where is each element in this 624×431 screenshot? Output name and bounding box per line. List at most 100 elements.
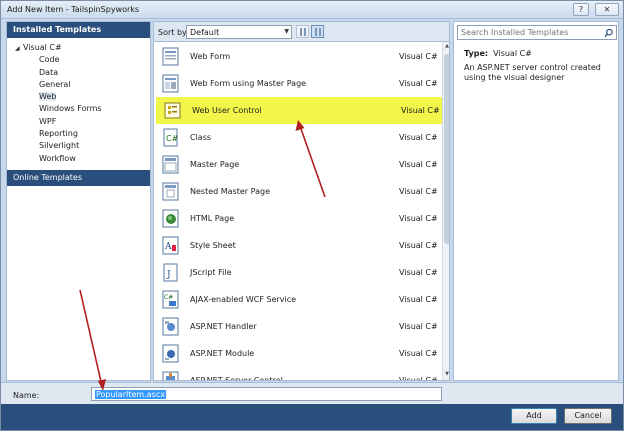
tree-item-visual-csharp[interactable]: ◢ Visual C#: [7, 42, 150, 54]
template-language: Visual C#: [399, 376, 438, 381]
template-row[interactable]: Web Form Visual C#: [154, 43, 442, 70]
template-name: Web Form: [190, 52, 231, 61]
chevron-down-icon: ▼: [284, 28, 289, 35]
template-row[interactable]: Web User Control Visual C#: [156, 97, 444, 124]
templates-list: Web Form Visual C# Web Form using Master P…: [153, 41, 450, 381]
template-language: Visual C#: [399, 295, 438, 304]
view-icon: [315, 28, 321, 36]
template-name: Style Sheet: [190, 241, 236, 250]
template-row[interactable]: Web Form using Master Page Visual C#: [154, 70, 442, 97]
html-page-icon: [162, 209, 179, 228]
template-name: ASP.NET Handler: [190, 322, 257, 331]
template-row[interactable]: ASP.NET Server Control Visual C#: [154, 367, 442, 381]
add-button[interactable]: Add: [511, 408, 557, 424]
user-control-icon: [164, 102, 181, 119]
tree-item-windows-forms[interactable]: Windows Forms: [7, 103, 150, 115]
name-field-value: PopularItem.ascx: [95, 390, 166, 399]
svg-text:C#: C#: [166, 134, 179, 143]
svg-text:C#: C#: [164, 294, 173, 301]
name-bar: Name: PopularItem.ascx: [1, 382, 623, 404]
tree-item-data[interactable]: Data: [7, 67, 150, 79]
window-title: Add New Item - TailspinSpyworks: [7, 5, 140, 14]
medium-icons-view-button[interactable]: [296, 25, 309, 38]
template-tree: ◢ Visual C# Code Data General Web Windows…: [7, 38, 150, 165]
template-row[interactable]: C# AJAX-enabled WCF Service Visual C#: [154, 286, 442, 313]
dialog-footer: Add Cancel: [1, 404, 623, 430]
tree-item-general[interactable]: General: [7, 79, 150, 91]
handler-icon: [162, 317, 179, 336]
svg-text:A: A: [164, 242, 172, 252]
template-language: Visual C#: [399, 322, 438, 331]
jscript-file-icon: J: [163, 263, 178, 282]
view-icon: [300, 28, 306, 36]
search-icon[interactable]: [604, 28, 613, 38]
add-new-item-dialog: Add New Item - TailspinSpyworks ? ✕ Inst…: [0, 0, 624, 431]
search-templates-box[interactable]: [457, 25, 617, 40]
web-form-master-icon: [162, 74, 179, 93]
template-row[interactable]: ASP.NET Handler Visual C#: [154, 313, 442, 340]
wcf-service-icon: C#: [162, 290, 179, 309]
template-name: Master Page: [190, 160, 240, 169]
template-name: Web Form using Master Page: [190, 79, 307, 88]
template-type: Type: Visual C#: [464, 49, 532, 58]
web-form-icon: [162, 47, 179, 66]
template-row[interactable]: C# Class Visual C#: [154, 124, 442, 151]
template-language: Visual C#: [399, 187, 438, 196]
template-name: AJAX-enabled WCF Service: [190, 295, 297, 304]
template-name: Class: [190, 133, 212, 142]
template-name: HTML Page: [190, 214, 235, 223]
template-language: Visual C#: [399, 349, 438, 358]
template-row[interactable]: Master Page Visual C#: [154, 151, 442, 178]
tree-item-wpf[interactable]: WPF: [7, 116, 150, 128]
template-row[interactable]: J JScript File Visual C#: [154, 259, 442, 286]
template-name: Web User Control: [192, 106, 262, 115]
template-language: Visual C#: [399, 79, 438, 88]
class-file-icon: C#: [163, 128, 179, 147]
style-sheet-icon: A: [162, 236, 179, 255]
template-language: Visual C#: [399, 214, 438, 223]
module-icon: [162, 344, 179, 363]
name-field[interactable]: PopularItem.ascx: [91, 387, 442, 401]
tree-item-workflow[interactable]: Workflow: [7, 153, 150, 165]
scroll-down-icon[interactable]: ▼: [443, 371, 449, 377]
template-language: Visual C#: [399, 241, 438, 250]
list-toolbar: Sort by: Default ▼: [153, 21, 450, 41]
svg-text:J: J: [166, 270, 171, 280]
search-input[interactable]: [458, 26, 598, 39]
tree-item-silverlight[interactable]: Silverlight: [7, 140, 150, 152]
tree-item-reporting[interactable]: Reporting: [7, 128, 150, 140]
template-language: Visual C#: [399, 160, 438, 169]
tree-item-web[interactable]: Web: [7, 91, 150, 103]
expand-triangle-icon[interactable]: ◢: [15, 43, 23, 55]
template-row[interactable]: A Style Sheet Visual C#: [154, 232, 442, 259]
name-label: Name:: [13, 391, 40, 400]
title-bar: Add New Item - TailspinSpyworks ? ✕: [1, 1, 623, 19]
template-row[interactable]: ASP.NET Module Visual C#: [154, 340, 442, 367]
installed-templates-header[interactable]: Installed Templates: [7, 22, 150, 38]
cancel-button[interactable]: Cancel: [564, 408, 612, 424]
sort-by-dropdown[interactable]: Default ▼: [186, 25, 292, 39]
template-language: Visual C#: [401, 106, 440, 115]
installed-templates-pane: Installed Templates ◢ Visual C# Code Data…: [6, 21, 151, 381]
online-templates-header[interactable]: Online Templates: [7, 170, 150, 186]
template-name: ASP.NET Server Control: [190, 376, 283, 381]
nested-master-page-icon: [162, 182, 179, 201]
tree-item-code[interactable]: Code: [7, 54, 150, 66]
help-button[interactable]: ?: [573, 3, 589, 16]
templates-list-pane: Sort by: Default ▼ Web Form Visual C# Web …: [153, 21, 450, 381]
sort-by-label: Sort by:: [158, 28, 189, 37]
template-language: Visual C#: [399, 133, 438, 142]
template-details-pane: Type: Visual C# An ASP.NET server contro…: [453, 21, 619, 381]
template-description: An ASP.NET server control created using …: [464, 63, 601, 82]
template-language: Visual C#: [399, 268, 438, 277]
list-view-button[interactable]: [311, 25, 324, 38]
server-control-icon: [162, 371, 179, 380]
template-name: Nested Master Page: [190, 187, 270, 196]
template-row[interactable]: Nested Master Page Visual C#: [154, 178, 442, 205]
scroll-thumb[interactable]: [444, 54, 449, 244]
close-button[interactable]: ✕: [595, 3, 619, 16]
vertical-scrollbar[interactable]: ▲ ▼: [442, 42, 449, 380]
template-row[interactable]: HTML Page Visual C#: [154, 205, 442, 232]
scroll-up-icon[interactable]: ▲: [443, 43, 449, 49]
template-name: JScript File: [190, 268, 232, 277]
